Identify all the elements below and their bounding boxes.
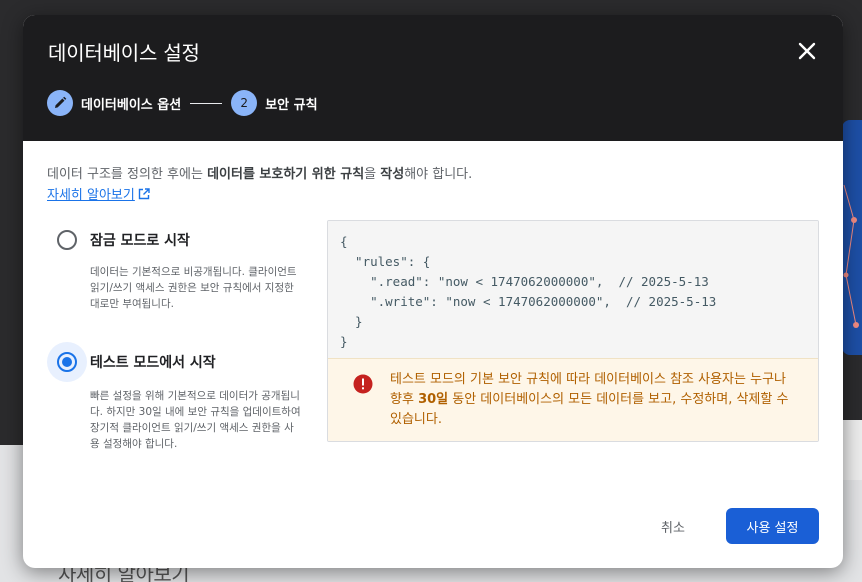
- locked-mode-label[interactable]: 잠금 모드로 시작: [90, 230, 190, 250]
- warning-banner: 테스트 모드의 기본 보안 규칙에 따라 데이터베이스 참조 사용자는 누구나 …: [328, 358, 818, 441]
- test-mode-description: 빠른 설정을 위해 기본적으로 데이터가 공개됩니다. 하지만 30일 내에 보…: [90, 390, 301, 450]
- intro-bold-1: 데이터를 보호하기 위한 규칙: [207, 167, 365, 182]
- intro-text: 데이터 구조를 정의한 후에는 데이터를 보호하기 위한 규칙을 작성해야 합니…: [47, 163, 472, 182]
- intro-part-1: 데이터 구조를 정의한 후에는: [47, 167, 208, 182]
- locked-mode-description: 데이터는 기본적으로 비공개됩니다. 클라이언트 읽기/쓰기 액세스 권한은 보…: [90, 266, 297, 310]
- warning-text-bold: 30일: [418, 392, 449, 407]
- warning-text: 테스트 모드의 기본 보안 규칙에 따라 데이터베이스 참조 사용자는 누구나 …: [390, 370, 800, 430]
- enable-button[interactable]: 사용 설정: [726, 508, 819, 544]
- database-setup-dialog: 데이터베이스 설정 데이터베이스 옵션 2 보안 규칙 데이터 구조를 정의한 …: [23, 15, 843, 568]
- test-mode-option: 테스트 모드에서 시작 빠른 설정을 위해 기본적으로 데이터가 공개됩니다. …: [47, 342, 301, 472]
- step-connector: [190, 102, 223, 104]
- stepper: 데이터베이스 옵션 2 보안 규칙: [47, 90, 318, 116]
- locked-mode-option: 잠금 모드로 시작 데이터는 기본적으로 비공개됩니다. 클라이언트 읽기/쓰기…: [47, 220, 297, 330]
- dialog-title: 데이터베이스 설정: [48, 41, 200, 65]
- radio-circle: [57, 230, 77, 250]
- intro-part-3: 해야 합니다.: [404, 167, 473, 182]
- step-2-label: 보안 규칙: [265, 97, 318, 113]
- intro-bold-2: 작성: [380, 167, 405, 182]
- close-button[interactable]: [793, 37, 821, 65]
- close-icon: [798, 42, 816, 60]
- rules-code: { "rules": { ".read": "now < 17470620000…: [328, 221, 818, 358]
- step-1-circle: [47, 90, 73, 116]
- error-icon: [353, 374, 373, 394]
- test-mode-radio[interactable]: [47, 342, 87, 382]
- step-1-label: 데이터베이스 옵션: [81, 97, 182, 113]
- background-panel-edge: [842, 420, 862, 480]
- external-link-icon: [138, 187, 150, 199]
- cancel-button[interactable]: 취소: [643, 508, 703, 544]
- rules-preview: { "rules": { ".read": "now < 17470620000…: [327, 220, 819, 442]
- test-mode-label[interactable]: 테스트 모드에서 시작: [90, 352, 216, 372]
- locked-mode-radio[interactable]: [47, 220, 87, 260]
- intro-part-2: 을: [364, 167, 381, 182]
- step-2-circle: 2: [231, 90, 258, 116]
- pencil-icon: [55, 96, 67, 108]
- radio-circle-checked: [57, 352, 77, 372]
- warning-text-part-2: 동안 데이터베이스의 모든 데이터를 보고, 수정하며, 삭제할 수 있습니다.: [390, 392, 789, 427]
- background-decoration: [843, 184, 859, 328]
- dialog-header: 데이터베이스 설정 데이터베이스 옵션 2 보안 규칙: [23, 15, 843, 141]
- learn-more-label: 자세히 알아보기: [47, 188, 135, 203]
- learn-more-link[interactable]: 자세히 알아보기: [47, 184, 150, 203]
